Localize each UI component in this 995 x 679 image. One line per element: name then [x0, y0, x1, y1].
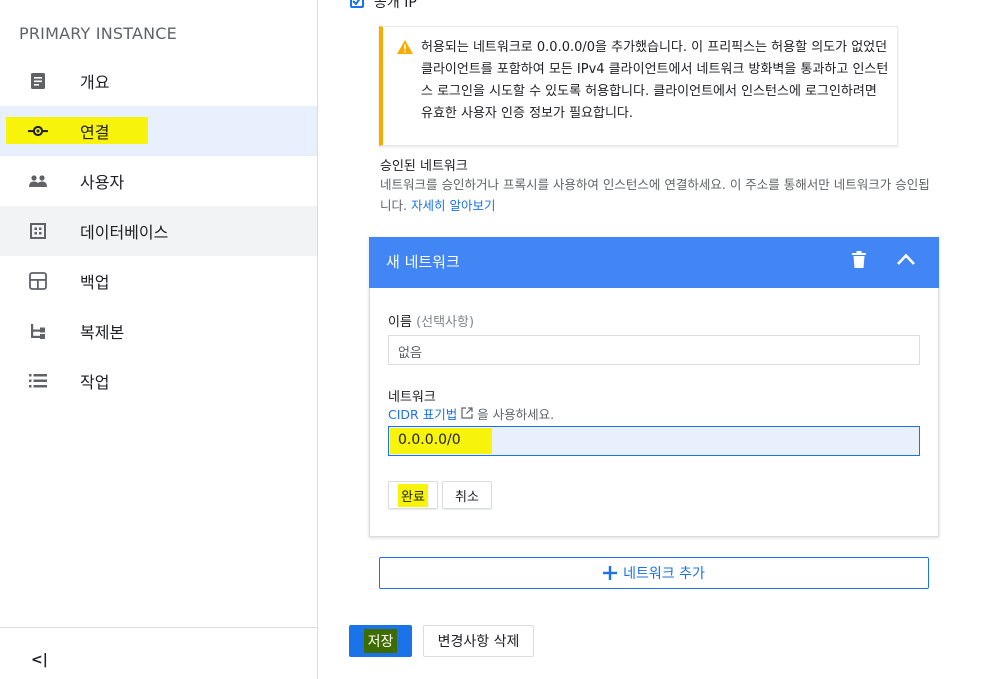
- save-button[interactable]: 저장: [349, 625, 412, 657]
- done-button[interactable]: 완료: [388, 481, 438, 509]
- replica-icon: [28, 321, 48, 341]
- sidebar-item-label: 작업: [80, 373, 110, 392]
- connection-icon: [28, 121, 48, 141]
- cidr-suffix: 을 사용하세요.: [477, 407, 555, 422]
- name-label-text: 이름: [388, 315, 412, 330]
- sidebar-item-label: 복제본: [80, 323, 125, 342]
- backup-icon: [28, 271, 48, 291]
- trash-icon[interactable]: [851, 251, 867, 273]
- sidebar-item-operations[interactable]: 작업: [0, 356, 317, 406]
- collapse-sidebar-icon[interactable]: <|: [31, 652, 48, 668]
- discard-changes-button[interactable]: 변경사항 삭제: [423, 625, 534, 657]
- sidebar-item-overview[interactable]: 개요: [0, 56, 317, 106]
- sidebar-item-label: 연결: [80, 123, 110, 142]
- warning-text: 허용되는 네트워크로 0.0.0.0/0을 추가했습니다. 이 프리픽스는 허용…: [421, 40, 889, 121]
- cancel-button[interactable]: 취소: [442, 481, 492, 509]
- external-link-icon: [461, 407, 477, 422]
- network-input-value: 0.0.0.0/0: [398, 432, 461, 448]
- warning-callout: 허용되는 네트워크로 0.0.0.0/0을 추가했습니다. 이 프리픽스는 허용…: [379, 26, 898, 146]
- add-network-label: 네트워크 추가: [623, 566, 705, 582]
- sidebar-item-label: 데이터베이스: [80, 223, 169, 242]
- panel-title: 새 네트워크: [386, 253, 460, 271]
- done-label: 완료: [398, 483, 428, 507]
- panel-header[interactable]: 새 네트워크: [369, 237, 939, 288]
- sidebar-title: PRIMARY INSTANCE: [19, 24, 177, 43]
- sidebar-item-databases[interactable]: 데이터베이스: [0, 206, 317, 256]
- sidebar-item-label: 개요: [80, 73, 110, 92]
- network-input[interactable]: 0.0.0.0/0: [388, 426, 920, 456]
- sidebar-item-backups[interactable]: 백업: [0, 256, 317, 306]
- sidebar: PRIMARY INSTANCE 개요 연결 사용자 데이터베이스 백업 복제본…: [0, 0, 318, 679]
- users-icon: [28, 171, 48, 191]
- add-network-button[interactable]: 네트워크 추가: [379, 557, 929, 589]
- new-network-panel: 새 네트워크 이름 (선택사항) 없음 네트워크 CIDR 표기법 을 사용하세…: [369, 237, 939, 537]
- sidebar-item-label: 백업: [80, 273, 110, 292]
- save-label: 저장: [363, 629, 398, 653]
- sidebar-item-users[interactable]: 사용자: [0, 156, 317, 206]
- main-content: 공개 IP 허용되는 네트워크로 0.0.0.0/0을 추가했습니다. 이 프리…: [319, 0, 995, 679]
- cidr-hint: CIDR 표기법 을 사용하세요.: [388, 404, 554, 423]
- public-ip-checkbox[interactable]: [350, 0, 364, 8]
- operations-icon: [28, 371, 48, 391]
- warning-icon: [397, 39, 413, 58]
- name-input[interactable]: 없음: [388, 335, 920, 365]
- chevron-up-icon[interactable]: [896, 251, 916, 270]
- cidr-link[interactable]: CIDR 표기법: [388, 407, 457, 422]
- overview-icon: [28, 71, 48, 91]
- authorized-networks-desc: 네트워크를 승인하거나 프록시를 사용하여 인스턴스에 연결하세요. 이 주소를…: [380, 174, 935, 216]
- sidebar-footer: <|: [0, 627, 317, 679]
- plus-icon: [603, 566, 618, 580]
- sidebar-item-replicas[interactable]: 복제본: [0, 306, 317, 356]
- name-field-label: 이름 (선택사항): [388, 311, 474, 330]
- database-icon: [28, 221, 48, 241]
- optional-hint: (선택사항): [416, 315, 475, 330]
- learn-more-link[interactable]: 자세히 알아보기: [411, 198, 495, 213]
- authorized-networks-title: 승인된 네트워크: [380, 159, 468, 174]
- sidebar-item-connection[interactable]: 연결: [0, 106, 317, 156]
- sidebar-item-label: 사용자: [80, 173, 125, 192]
- network-field-label: 네트워크: [388, 390, 436, 405]
- public-ip-label: 공개 IP: [374, 0, 417, 11]
